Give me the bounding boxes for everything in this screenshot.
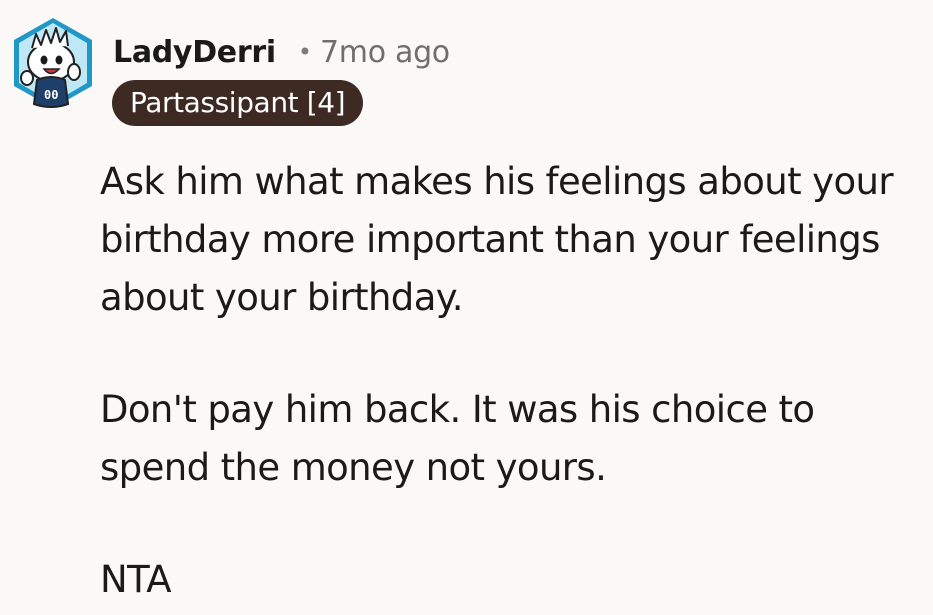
comment: 00 LadyDerri • 7mo ago Partassipant [4] … — [0, 0, 933, 615]
username-link[interactable]: LadyDerri — [113, 35, 276, 70]
user-flair-badge: Partassipant [4] — [112, 80, 364, 126]
comment-paragraph: Ask him what makes his feelings about yo… — [100, 160, 894, 319]
timestamp[interactable]: 7mo ago — [320, 35, 450, 70]
comment-paragraph: Don't pay him back. It was his choice to… — [100, 388, 815, 489]
user-avatar[interactable]: 00 — [8, 12, 98, 116]
comment-paragraph: NTA — [100, 558, 172, 601]
avatar-badge-text: 00 — [44, 88, 59, 102]
meta-separator: • — [297, 38, 312, 66]
comment-meta: LadyDerri • 7mo ago — [113, 30, 450, 74]
comment-body: Ask him what makes his feelings about yo… — [100, 153, 928, 609]
